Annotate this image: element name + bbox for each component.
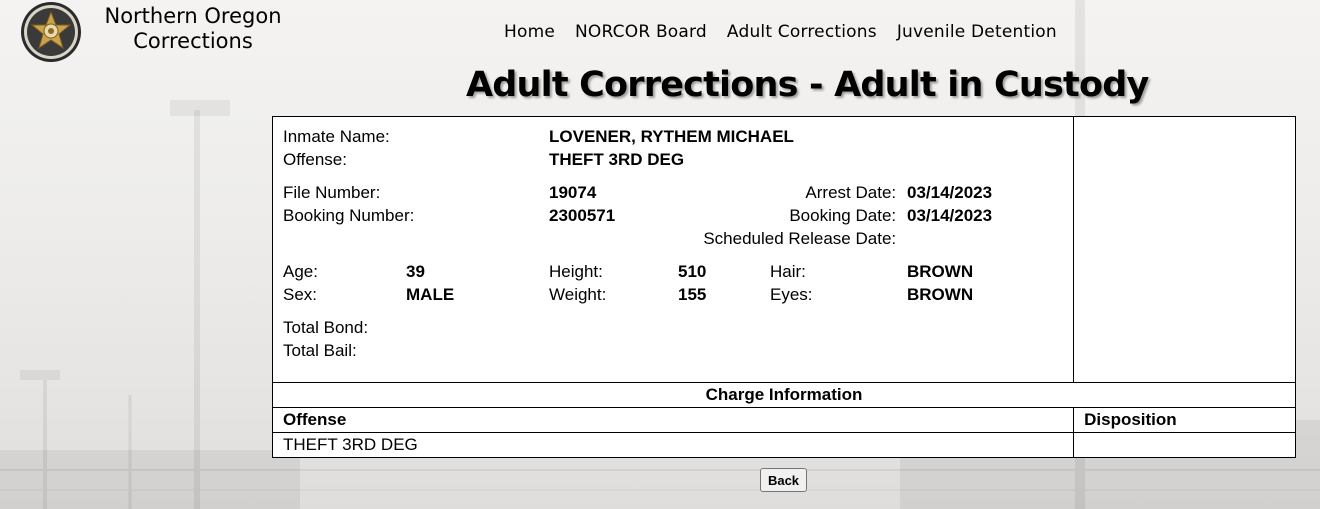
hair-value: BROWN — [907, 262, 974, 281]
main-nav: Home NORCOR Board Adult Corrections Juve… — [504, 20, 1057, 44]
nav-juvenile-detention[interactable]: Juvenile Detention — [897, 20, 1057, 44]
nav-home[interactable]: Home — [504, 20, 555, 44]
eyes-label: Eyes: — [770, 285, 813, 304]
age-value: 39 — [406, 262, 425, 281]
sheriff-star-badge-icon — [21, 2, 81, 62]
back-button[interactable]: Back — [760, 468, 807, 492]
weight-label: Weight: — [549, 285, 607, 304]
offense-column-header: Offense — [271, 407, 1075, 433]
inmate-name-label: Inmate Name: — [283, 127, 390, 146]
file-number-label: File Number: — [283, 183, 381, 202]
booking-number-value: 2300571 — [549, 206, 616, 225]
sex-value: MALE — [406, 285, 455, 304]
page-title: Adult Corrections - Adult in Custody — [466, 65, 1149, 105]
charge-information-heading: Charge Information — [272, 382, 1296, 408]
charge-disposition-cell — [1073, 432, 1296, 458]
sex-label: Sex: — [283, 285, 318, 304]
file-number-value: 19074 — [549, 183, 597, 202]
disposition-column-header: Disposition — [1073, 407, 1296, 433]
booking-date-label: Booking Date: — [789, 206, 897, 225]
inmate-photo-area — [1073, 116, 1296, 383]
inmate-details: Inmate Name: LOVENER, RYTHEM MICHAEL Off… — [271, 116, 1075, 383]
eyes-value: BROWN — [907, 285, 974, 304]
site-title-line1: Northern Oregon — [104, 4, 282, 28]
site-title-line2: Corrections — [133, 29, 253, 53]
release-date-label: Scheduled Release Date: — [703, 229, 897, 248]
height-label: Height: — [549, 262, 603, 281]
arrest-date-value: 03/14/2023 — [907, 183, 993, 202]
table-row: THEFT 3RD DEG — [271, 432, 1296, 458]
height-value: 510 — [678, 262, 707, 281]
booking-number-label: Booking Number: — [283, 206, 415, 225]
inmate-record-table: Inmate Name: LOVENER, RYTHEM MICHAEL Off… — [271, 116, 1296, 458]
total-bail-label: Total Bail: — [283, 341, 357, 360]
nav-adult-corrections[interactable]: Adult Corrections — [727, 20, 877, 44]
site-title[interactable]: Northern Oregon Corrections — [88, 4, 298, 54]
nav-norcor-board[interactable]: NORCOR Board — [575, 20, 707, 44]
total-bond-label: Total Bond: — [283, 318, 369, 337]
age-label: Age: — [283, 262, 318, 281]
hair-label: Hair: — [770, 262, 806, 281]
booking-date-value: 03/14/2023 — [907, 206, 993, 225]
weight-value: 155 — [678, 285, 707, 304]
charge-offense-cell: THEFT 3RD DEG — [271, 432, 1075, 458]
inmate-name-value: LOVENER, RYTHEM MICHAEL — [549, 127, 794, 146]
offense-label: Offense: — [283, 150, 347, 169]
offense-value: THEFT 3RD DEG — [549, 150, 685, 169]
arrest-date-label: Arrest Date: — [805, 183, 897, 202]
